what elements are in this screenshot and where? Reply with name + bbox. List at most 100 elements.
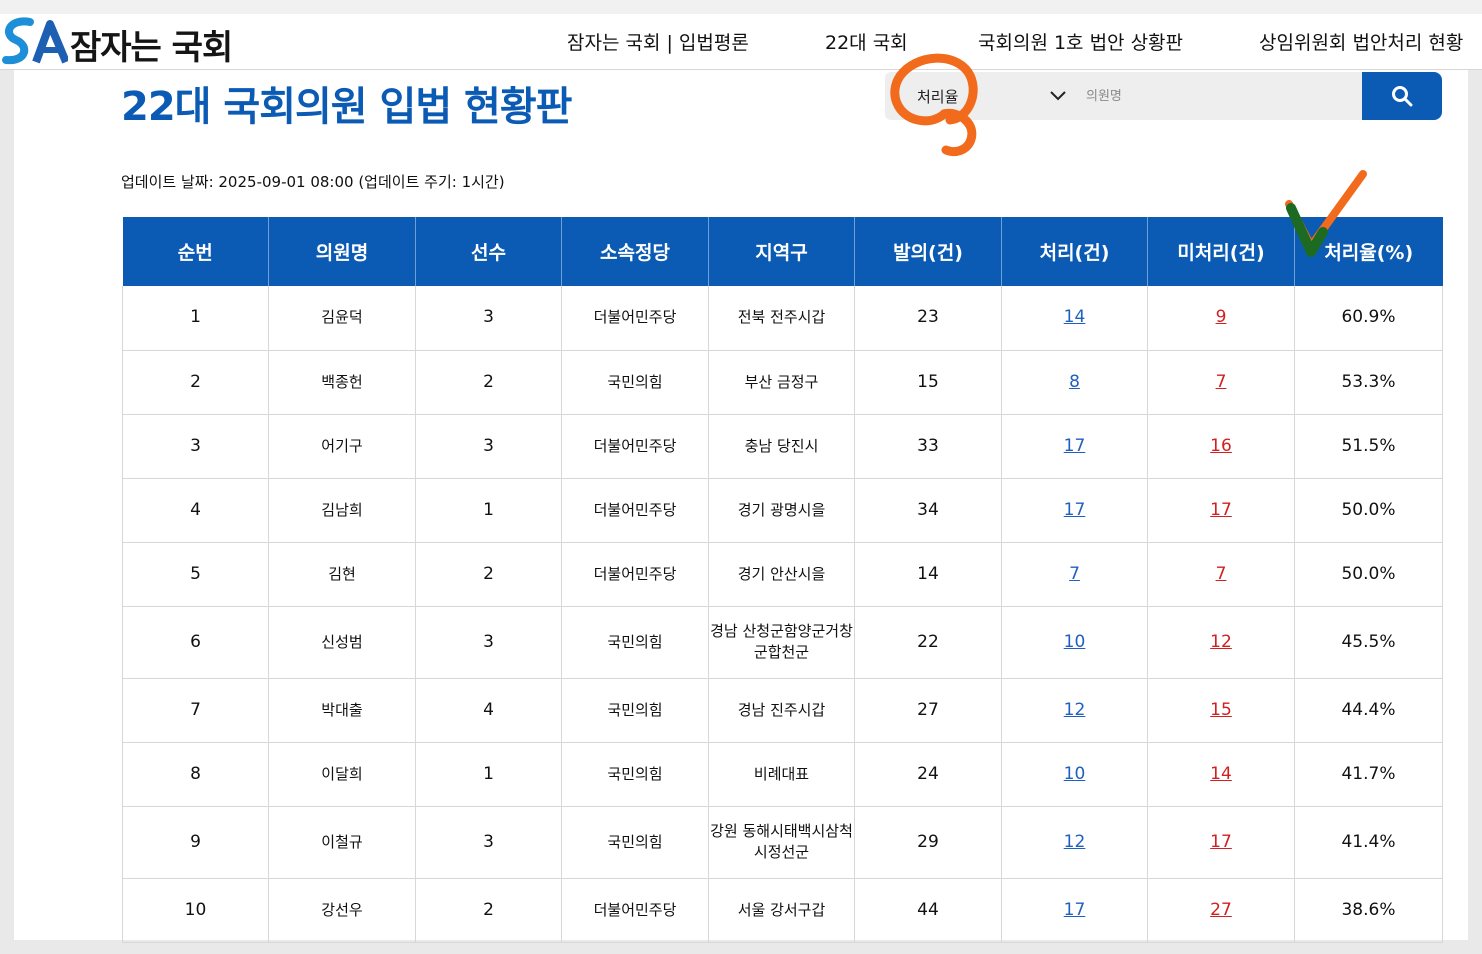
processed-link[interactable]: 17 [1064, 436, 1086, 456]
cell-rate: 38.6% [1294, 878, 1443, 942]
unprocessed-link[interactable]: 27 [1210, 900, 1232, 920]
unprocessed-link[interactable]: 15 [1210, 700, 1232, 720]
search-icon [1392, 86, 1413, 107]
member-name-input[interactable] [1082, 72, 1362, 120]
cell-district: 서울 강서구갑 [708, 878, 855, 942]
cell-district: 경기 안산시을 [708, 542, 855, 606]
unprocessed-link[interactable]: 16 [1210, 436, 1232, 456]
unprocessed-link[interactable]: 17 [1210, 832, 1232, 852]
cell-party: 더불어민주당 [561, 414, 709, 478]
table-row: 1 김윤덕 3 더불어민주당 전북 전주시갑 23 14 9 60.9% [122, 286, 1443, 350]
cell-processed: 8 [1001, 350, 1148, 414]
nav-item-committee-status[interactable]: 상임위원회 법안처리 현황 [1259, 28, 1463, 55]
cell-district: 경기 광명시을 [708, 478, 855, 542]
unprocessed-link[interactable]: 7 [1216, 372, 1227, 392]
column-header-unprocessed[interactable]: 미처리(건) [1147, 217, 1295, 286]
cell-terms: 1 [415, 742, 562, 806]
unprocessed-link[interactable]: 17 [1210, 500, 1232, 520]
processed-link[interactable]: 17 [1064, 900, 1086, 920]
unprocessed-link[interactable]: 7 [1216, 564, 1227, 584]
table-row: 6 신성범 3 국민의힘 경남 산청군함양군거창군합천군 22 10 12 45… [122, 606, 1443, 678]
cell-processed: 12 [1001, 806, 1148, 878]
column-header-rate[interactable]: 처리율(%) [1295, 217, 1443, 286]
nav-item-first-bill-board[interactable]: 국회의원 1호 법안 상황판 [978, 28, 1183, 55]
search-button[interactable] [1362, 72, 1442, 120]
column-header-processed[interactable]: 처리(건) [1001, 217, 1148, 286]
processed-link[interactable]: 12 [1064, 832, 1086, 852]
cell-unprocessed: 15 [1147, 678, 1295, 742]
table-row: 3 어기구 3 더불어민주당 충남 당진시 33 17 16 51.5% [122, 414, 1443, 478]
column-header-no[interactable]: 순번 [122, 217, 269, 286]
column-header-party[interactable]: 소속정당 [561, 217, 709, 286]
cell-terms: 4 [415, 678, 562, 742]
cell-processed: 12 [1001, 678, 1148, 742]
column-header-terms[interactable]: 선수 [415, 217, 562, 286]
main-nav: 잠자는 국회 | 입법평론 22대 국회 국회의원 1호 법안 상황판 상임위원… [0, 28, 1482, 56]
cell-proposed: 24 [854, 742, 1002, 806]
cell-unprocessed: 17 [1147, 806, 1295, 878]
cell-no: 5 [122, 542, 269, 606]
cell-unprocessed: 7 [1147, 542, 1295, 606]
cell-name: 어기구 [268, 414, 416, 478]
cell-unprocessed: 17 [1147, 478, 1295, 542]
legislation-table: 순번 의원명 선수 소속정당 지역구 발의(건) 처리(건) 미처리(건) 처리… [122, 217, 1443, 943]
processed-link[interactable]: 14 [1064, 307, 1086, 327]
column-header-proposed[interactable]: 발의(건) [854, 217, 1002, 286]
table-row: 4 김남희 1 더불어민주당 경기 광명시을 34 17 17 50.0% [122, 478, 1443, 542]
cell-terms: 1 [415, 478, 562, 542]
cell-proposed: 33 [854, 414, 1002, 478]
processed-link[interactable]: 10 [1064, 632, 1086, 652]
cell-district: 강원 동해시태백시삼척시정선군 [708, 806, 855, 878]
chevron-down-icon [1050, 91, 1066, 101]
table-row: 10 강선우 2 더불어민주당 서울 강서구갑 44 17 27 38.6% [122, 878, 1443, 942]
unprocessed-link[interactable]: 9 [1216, 307, 1227, 327]
unprocessed-link[interactable]: 14 [1210, 764, 1232, 784]
processed-link[interactable]: 7 [1069, 564, 1080, 584]
cell-name: 김현 [268, 542, 416, 606]
cell-proposed: 23 [854, 286, 1002, 350]
cell-party: 국민의힘 [561, 742, 709, 806]
unprocessed-link[interactable]: 12 [1210, 632, 1232, 652]
cell-rate: 53.3% [1294, 350, 1443, 414]
cell-rate: 50.0% [1294, 542, 1443, 606]
column-header-district[interactable]: 지역구 [708, 217, 855, 286]
cell-terms: 3 [415, 414, 562, 478]
cell-unprocessed: 7 [1147, 350, 1295, 414]
cell-no: 3 [122, 414, 269, 478]
search-bar: 처리율 [885, 72, 1442, 120]
cell-terms: 2 [415, 350, 562, 414]
cell-processed: 10 [1001, 606, 1148, 678]
cell-rate: 41.4% [1294, 806, 1443, 878]
page-margin-right [1468, 70, 1482, 954]
cell-terms: 3 [415, 286, 562, 350]
cell-processed: 10 [1001, 742, 1148, 806]
site-header: 잠자는 국회 잠자는 국회 | 입법평론 22대 국회 국회의원 1호 법안 상… [0, 14, 1482, 70]
cell-name: 김남희 [268, 478, 416, 542]
sort-select[interactable]: 처리율 [885, 72, 1082, 120]
cell-proposed: 27 [854, 678, 1002, 742]
cell-processed: 14 [1001, 286, 1148, 350]
page-margin-left [0, 70, 14, 954]
cell-district: 비례대표 [708, 742, 855, 806]
processed-link[interactable]: 12 [1064, 700, 1086, 720]
nav-item-legislation-review[interactable]: 잠자는 국회 | 입법평론 [567, 28, 749, 55]
cell-district: 경남 진주시갑 [708, 678, 855, 742]
cell-proposed: 15 [854, 350, 1002, 414]
cell-unprocessed: 9 [1147, 286, 1295, 350]
cell-terms: 3 [415, 606, 562, 678]
processed-link[interactable]: 17 [1064, 500, 1086, 520]
column-header-name[interactable]: 의원명 [268, 217, 416, 286]
processed-link[interactable]: 10 [1064, 764, 1086, 784]
cell-processed: 17 [1001, 414, 1148, 478]
cell-rate: 50.0% [1294, 478, 1443, 542]
cell-no: 7 [122, 678, 269, 742]
cell-no: 9 [122, 806, 269, 878]
cell-party: 국민의힘 [561, 606, 709, 678]
cell-proposed: 14 [854, 542, 1002, 606]
processed-link[interactable]: 8 [1069, 372, 1080, 392]
cell-party: 국민의힘 [561, 806, 709, 878]
nav-item-22nd-assembly[interactable]: 22대 국회 [825, 28, 908, 55]
cell-unprocessed: 14 [1147, 742, 1295, 806]
cell-unprocessed: 16 [1147, 414, 1295, 478]
cell-proposed: 29 [854, 806, 1002, 878]
